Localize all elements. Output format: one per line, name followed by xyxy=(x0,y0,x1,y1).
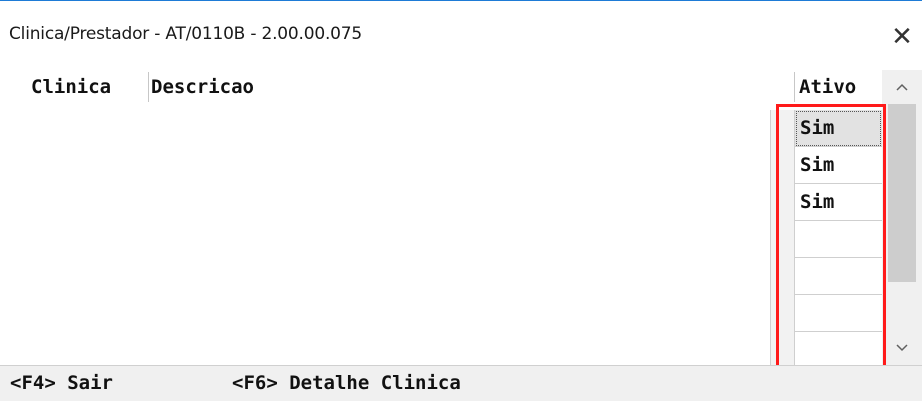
table-row[interactable]: Sim xyxy=(795,147,882,184)
app-window: Clinica/Prestador - AT/0110B - 2.00.00.0… xyxy=(0,0,922,401)
function-key-bar: <F4> Sair <F6> Detalhe Clinica xyxy=(0,365,922,401)
scroll-thumb[interactable] xyxy=(888,104,916,282)
column-header-ativo[interactable]: Ativo xyxy=(794,72,856,102)
vertical-scrollbar[interactable] xyxy=(882,70,922,365)
data-grid[interactable]: Clinica Descricao Ativo Sim Sim Sim xyxy=(0,60,922,401)
f6-detail-button[interactable]: <F6> Detalhe Clinica xyxy=(232,372,461,394)
grid-body-divider xyxy=(770,110,794,365)
column-header-descricao[interactable]: Descricao xyxy=(148,72,254,102)
chevron-down-icon xyxy=(896,344,908,352)
table-row[interactable]: Sim xyxy=(795,110,882,147)
title-bar: Clinica/Prestador - AT/0110B - 2.00.00.0… xyxy=(0,2,922,60)
ativo-column: Sim Sim Sim xyxy=(794,110,882,369)
chevron-up-icon xyxy=(896,83,908,91)
column-header-clinica[interactable]: Clinica xyxy=(31,72,111,102)
table-row[interactable]: Sim xyxy=(795,184,882,221)
close-icon: ✕ xyxy=(891,22,913,52)
scroll-up-button[interactable] xyxy=(882,70,922,104)
table-row[interactable] xyxy=(795,332,882,369)
table-row[interactable] xyxy=(795,221,882,258)
close-button[interactable]: ✕ xyxy=(882,20,922,54)
table-row[interactable] xyxy=(795,258,882,295)
window-title: Clinica/Prestador - AT/0110B - 2.00.00.0… xyxy=(9,24,363,44)
table-row[interactable] xyxy=(795,295,882,332)
scroll-down-button[interactable] xyxy=(882,331,922,365)
f4-exit-button[interactable]: <F4> Sair xyxy=(10,372,113,394)
